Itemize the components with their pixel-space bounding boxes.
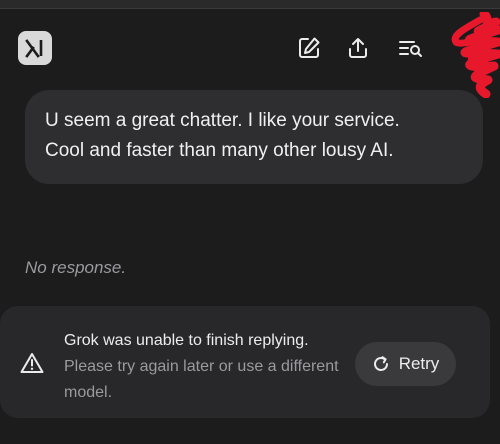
retry-label: Retry [398,354,440,373]
error-title: Grok was unable to finish replying. [64,332,309,349]
redaction-scribble [451,12,500,98]
search-history-button[interactable] [395,33,425,63]
error-detail: Please try again later or use a differen… [64,358,339,401]
chat-screen: U seem a great chatter. I like your serv… [0,0,500,444]
error-message: Grok was unable to finish replying. Plea… [64,328,354,406]
user-message-line: Cool and faster than many other lousy AI… [45,140,394,161]
xai-logo-icon[interactable] [18,31,52,65]
share-icon [349,38,367,58]
user-message-line: U seem a great chatter. I like your serv… [45,110,400,131]
share-button[interactable] [343,33,373,63]
top-status-strip [0,0,500,9]
user-message-bubble: U seem a great chatter. I like your serv… [25,90,483,184]
retry-button[interactable]: Retry [355,342,456,386]
no-response-text: No response. [25,258,127,277]
edit-icon [299,37,320,58]
warning-icon [20,353,44,373]
edit-button[interactable] [294,33,324,63]
search-history-icon [399,41,422,57]
refresh-icon [373,356,388,371]
